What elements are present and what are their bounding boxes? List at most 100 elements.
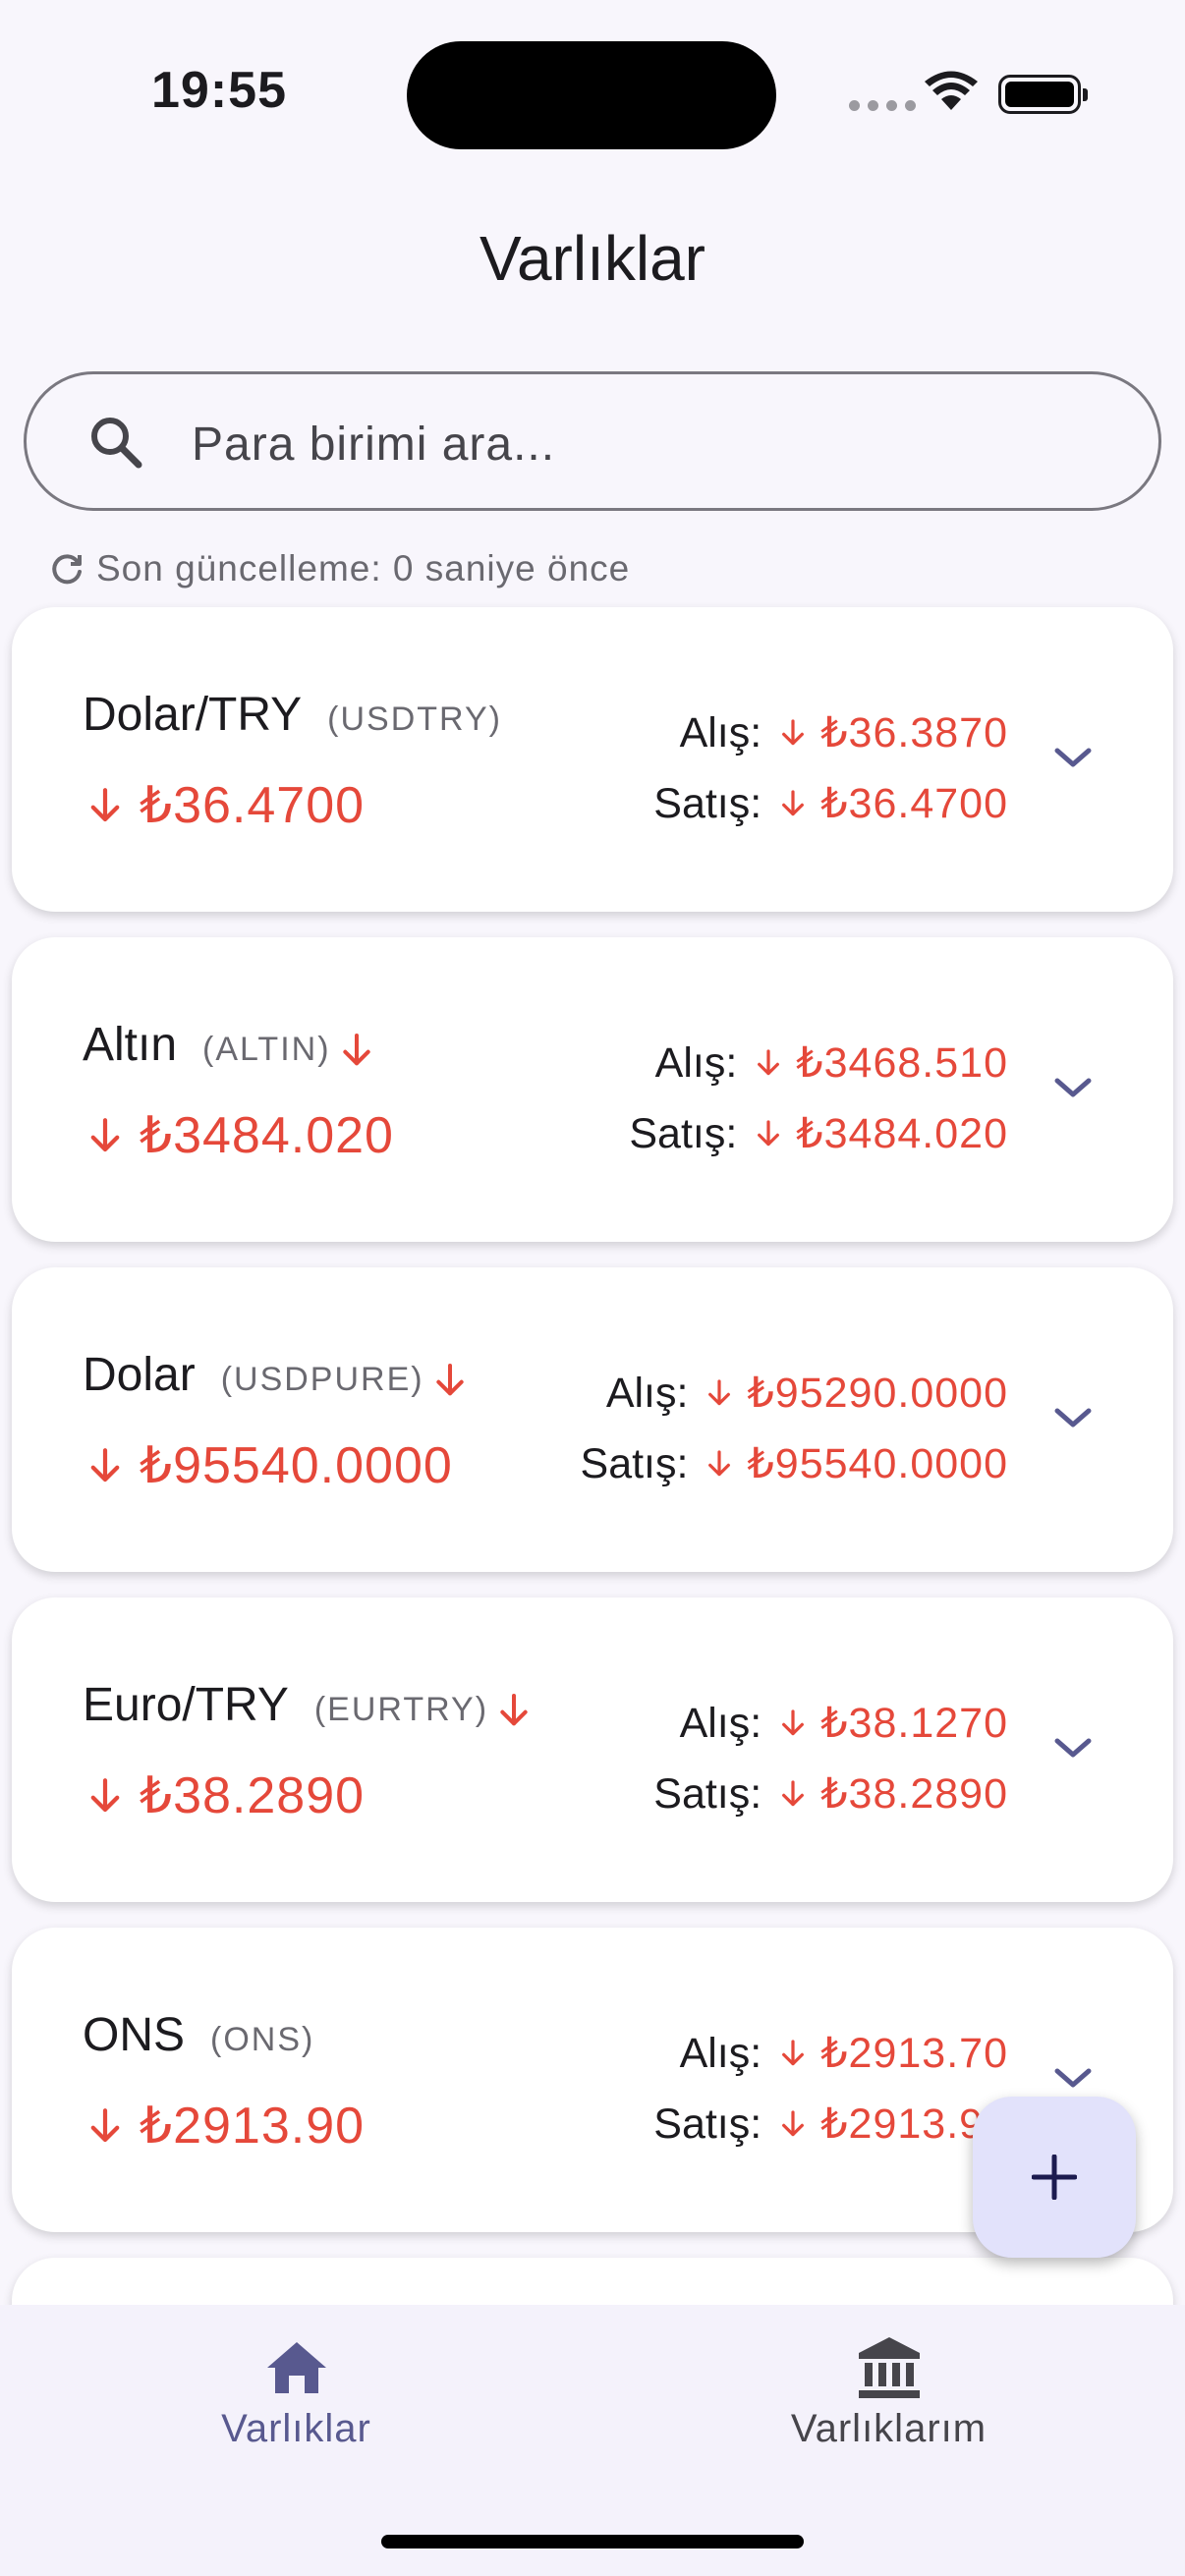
sell-value-text: ₺95540.0000 <box>747 1440 1008 1487</box>
buy-label: Alış: <box>679 709 762 756</box>
cellular-signal-icon <box>849 100 916 111</box>
sell-label: Satış: <box>629 1110 738 1157</box>
sell-rate: Satış: ₺36.4700 <box>653 768 1008 839</box>
asset-price: ₺2913.90 <box>85 2097 365 2156</box>
home-icon <box>266 2342 326 2393</box>
asset-code-text: (EURTRY) <box>313 1691 489 1728</box>
sell-label: Satış: <box>653 2100 762 2148</box>
asset-price: ₺38.2890 <box>85 1766 365 1825</box>
asset-code: (ONS) <box>210 2021 314 2059</box>
trend-down-icon <box>782 1780 805 1807</box>
buy-value: ₺38.1270 <box>777 1688 1008 1759</box>
trend-down-icon <box>90 1778 120 1813</box>
buy-value-text: ₺38.1270 <box>820 1700 1008 1747</box>
sell-value-text: ₺3484.020 <box>796 1110 1008 1157</box>
trend-down-icon <box>500 1693 528 1725</box>
sell-value-text: ₺38.2890 <box>820 1770 1008 1818</box>
sell-label: Satış: <box>580 1440 689 1487</box>
nav-label: Varlıklar <box>221 2407 371 2450</box>
chevron-down-icon[interactable] <box>1053 1733 1093 1763</box>
buy-value: ₺36.3870 <box>777 698 1008 768</box>
trend-down-icon <box>435 1363 464 1395</box>
buy-value: ₺3468.510 <box>753 1028 1008 1098</box>
buy-label: Alış: <box>679 1700 762 1747</box>
trend-down-icon <box>782 2040 805 2066</box>
asset-code-text: (ALTIN) <box>202 1031 331 1068</box>
buy-value: ₺2913.70 <box>777 2018 1008 2089</box>
trend-down-icon <box>782 790 805 816</box>
asset-price-value: ₺36.4700 <box>140 777 366 834</box>
trend-down-icon <box>758 1049 780 1076</box>
asset-rates: Alış: ₺38.1270 Satış: ₺38.2890 <box>653 1688 1008 1829</box>
chevron-down-icon[interactable] <box>1053 743 1093 772</box>
asset-price-value: ₺38.2890 <box>140 1767 366 1824</box>
add-asset-button[interactable] <box>973 2097 1136 2258</box>
buy-value-text: ₺2913.70 <box>820 2030 1008 2077</box>
asset-rates: Alış: ₺36.3870 Satış: ₺36.4700 <box>653 698 1008 839</box>
asset-name: Euro/TRY <box>83 1679 289 1731</box>
asset-name-row: Dolar (USDPURE) <box>83 1348 470 1402</box>
asset-price-value: ₺2913.90 <box>140 2098 366 2155</box>
asset-price-value: ₺3484.020 <box>140 1107 394 1164</box>
battery-icon <box>998 75 1088 114</box>
nav-item-varliklar[interactable]: Varlıklar <box>0 2305 592 2451</box>
status-time: 19:55 <box>151 62 287 119</box>
trend-down-icon <box>708 1450 731 1477</box>
asset-code: (USDTRY) <box>327 700 502 739</box>
buy-label: Alış: <box>605 1370 689 1417</box>
sell-rate: Satış: ₺3484.020 <box>629 1098 1008 1169</box>
asset-rates: Alış: ₺95290.0000 Satış: ₺95540.0000 <box>581 1358 1008 1499</box>
asset-code: (ALTIN) <box>202 1031 375 1070</box>
screen: 19:55 Varlıklar Para birimi ara... Son g… <box>0 0 1185 2576</box>
trend-down-icon <box>90 2108 120 2143</box>
buy-label: Alış: <box>679 2030 762 2077</box>
buy-value-text: ₺95290.0000 <box>747 1370 1008 1417</box>
asset-rates: Alış: ₺3468.510 Satış: ₺3484.020 <box>629 1028 1008 1169</box>
asset-card[interactable]: Euro/TRY (EURTRY) ₺38.2890 Alış: ₺38.1270 Sat… <box>12 1597 1173 1902</box>
trend-down-icon <box>90 788 120 822</box>
refresh-icon <box>52 554 82 585</box>
buy-rate: Alış: ₺95290.0000 <box>581 1358 1008 1428</box>
buy-value: ₺95290.0000 <box>704 1358 1008 1428</box>
sell-label: Satış: <box>653 1770 762 1818</box>
buy-value-text: ₺3468.510 <box>796 1039 1008 1087</box>
buy-value-text: ₺36.3870 <box>820 709 1008 756</box>
trend-down-icon <box>342 1033 370 1065</box>
trend-down-icon <box>758 1120 780 1147</box>
trend-down-icon <box>708 1379 731 1406</box>
chevron-down-icon[interactable] <box>1053 1403 1093 1432</box>
asset-code-text: (USDTRY) <box>327 700 502 738</box>
chevron-down-icon[interactable] <box>1053 2063 1093 2093</box>
sell-value-text: ₺36.4700 <box>820 780 1008 827</box>
asset-price-value: ₺95540.0000 <box>140 1437 453 1494</box>
asset-code-text: (ONS) <box>210 2021 315 2058</box>
asset-code: (USDPURE) <box>221 1361 470 1400</box>
sell-value: ₺38.2890 <box>777 1759 1008 1829</box>
trend-down-icon <box>782 719 805 746</box>
search-placeholder: Para birimi ara... <box>192 419 556 471</box>
sell-value: ₺3484.020 <box>753 1098 1008 1169</box>
nav-label: Varlıklarım <box>790 2407 988 2450</box>
asset-name: Dolar/TRY <box>83 689 303 741</box>
sell-rate: Satış: ₺38.2890 <box>653 1759 1008 1829</box>
buy-rate: Alış: ₺2913.70 <box>653 2018 1008 2089</box>
sell-value: ₺95540.0000 <box>704 1428 1008 1499</box>
chevron-down-icon[interactable] <box>1053 1073 1093 1102</box>
search-icon <box>91 418 142 469</box>
search-input[interactable]: Para birimi ara... <box>24 371 1161 511</box>
asset-rates: Alış: ₺2913.70 Satış: ₺2913.90 <box>653 2018 1008 2159</box>
last-update-text: Son güncelleme: 0 saniye önce <box>96 548 631 588</box>
nav-item-varliklarim[interactable]: Varlıklarım <box>592 2305 1185 2451</box>
asset-code-text: (USDPURE) <box>220 1361 424 1398</box>
trend-down-icon <box>90 1448 120 1483</box>
buy-label: Alış: <box>654 1039 738 1087</box>
sell-label: Satış: <box>653 780 762 827</box>
asset-price: ₺95540.0000 <box>85 1436 453 1495</box>
page-title: Varlıklar <box>480 223 705 294</box>
bank-icon <box>858 2337 920 2398</box>
dynamic-island <box>407 41 776 149</box>
buy-rate: Alış: ₺38.1270 <box>653 1688 1008 1759</box>
asset-card[interactable]: Dolar (USDPURE) ₺95540.0000 Alış: ₺95290.000… <box>12 1267 1173 1572</box>
asset-card[interactable]: Dolar/TRY (USDTRY) ₺36.4700 Alış: ₺36.3870 Sa… <box>12 607 1173 912</box>
asset-card[interactable]: Altın (ALTIN) ₺3484.020 Alış: ₺3468.510 Satış… <box>12 937 1173 1242</box>
